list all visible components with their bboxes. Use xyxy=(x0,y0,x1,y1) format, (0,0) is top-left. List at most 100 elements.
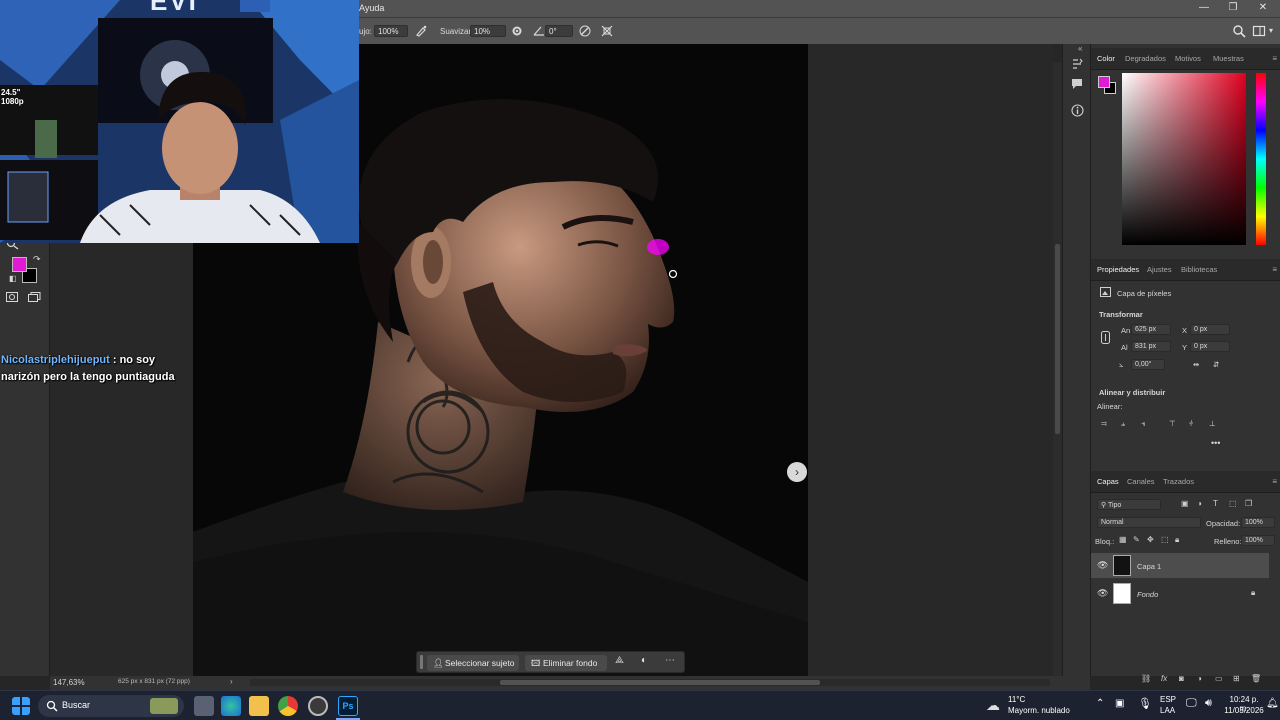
tab-libraries[interactable]: Bibliotecas xyxy=(1181,265,1217,274)
foreground-color-swatch[interactable] xyxy=(12,257,27,272)
filter-adjust-icon[interactable]: ◑ xyxy=(1197,499,1202,508)
fx-icon[interactable]: fx xyxy=(1161,674,1167,683)
keyboard-layout[interactable]: LAA xyxy=(1160,706,1175,715)
notifications-icon[interactable]: 🔔︎ xyxy=(1266,698,1279,709)
angle-field[interactable]: 0° xyxy=(545,25,573,37)
link-dimensions-icon[interactable] xyxy=(1101,331,1110,344)
new-layer-icon[interactable]: ⊞ xyxy=(1233,674,1240,683)
transform-heading[interactable]: Transformar xyxy=(1099,310,1143,319)
weather-icon[interactable]: ☁ xyxy=(986,697,1000,714)
filter-type-icon[interactable]: T xyxy=(1213,499,1218,508)
volume-icon[interactable]: 🔊︎ xyxy=(1205,697,1212,710)
task-view-icon[interactable] xyxy=(194,696,214,716)
tab-layers[interactable]: Capas xyxy=(1097,477,1119,486)
adjust-icon[interactable]: ◐ xyxy=(641,655,647,666)
color-panel-foreground[interactable] xyxy=(1098,76,1110,88)
tab-paths[interactable]: Trazados xyxy=(1163,477,1194,486)
fill-field[interactable]: 100% xyxy=(1241,535,1275,546)
info-icon[interactable] xyxy=(1071,104,1084,117)
remove-background-button[interactable]: 🖾︎ Eliminar fondo xyxy=(525,655,607,671)
layer-row[interactable]: 👁︎ Capa 1 xyxy=(1091,553,1269,578)
smoothing-field[interactable]: 10% xyxy=(470,25,506,37)
y-field[interactable]: 0 px xyxy=(1190,341,1230,352)
opacity-field[interactable]: 100% xyxy=(1241,517,1275,528)
default-colors-icon[interactable]: ◧ xyxy=(9,274,17,283)
blend-mode-dropdown[interactable]: Normal xyxy=(1097,517,1201,528)
restore-icon[interactable]: ❐ xyxy=(1225,1,1241,15)
x-field[interactable]: 0 px xyxy=(1190,324,1230,335)
airbrush-icon[interactable] xyxy=(414,24,428,38)
add-mask-icon[interactable]: ◙ xyxy=(1179,674,1184,683)
layer-name[interactable]: Fondo xyxy=(1137,590,1158,599)
swap-colors-icon[interactable]: ↷ xyxy=(33,254,41,265)
minimize-icon[interactable]: — xyxy=(1196,1,1212,15)
properties-panel-menu-icon[interactable]: ≡ xyxy=(1272,265,1277,274)
status-menu-icon[interactable]: › xyxy=(230,677,233,686)
transform-icon[interactable]: ⟁ xyxy=(615,655,624,666)
visibility-eye-icon[interactable]: 👁︎ xyxy=(1097,560,1108,571)
obs-icon[interactable] xyxy=(308,696,328,716)
visibility-eye-icon[interactable]: 👁︎ xyxy=(1097,588,1108,599)
tab-patterns[interactable]: Motivos xyxy=(1175,54,1201,63)
lock-all-icon[interactable]: 🔒︎ xyxy=(1175,535,1179,545)
link-layers-icon[interactable]: ⛓︎ xyxy=(1141,674,1151,683)
lock-artboard-icon[interactable]: ⬚ xyxy=(1161,535,1169,544)
weather-temp[interactable]: 11°C xyxy=(1008,695,1025,704)
photoshop-icon[interactable]: Ps xyxy=(338,696,358,716)
flow-field[interactable]: 100% xyxy=(374,25,408,37)
close-icon[interactable]: ✕ xyxy=(1255,1,1271,15)
adjustment-layer-icon[interactable]: ◑ xyxy=(1197,674,1202,683)
horizontal-scrollbar[interactable] xyxy=(250,679,1050,686)
menu-help[interactable]: Ayuda xyxy=(359,3,384,13)
weather-description[interactable]: Mayorm. nublado xyxy=(1008,706,1070,715)
color-picker-field[interactable] xyxy=(1122,73,1246,245)
taskbar-search-box[interactable]: Buscar xyxy=(38,695,184,717)
layer-row[interactable]: 👁︎ Fondo 🔒︎ xyxy=(1091,581,1269,606)
align-vcenter-icon[interactable]: ⫩ xyxy=(1189,419,1193,429)
align-heading[interactable]: Alinear y distribuir xyxy=(1099,388,1165,397)
rotate-angle-field[interactable]: 0,00° xyxy=(1131,359,1165,370)
align-right-icon[interactable]: ⫣ xyxy=(1141,419,1146,429)
search-icon[interactable] xyxy=(1232,24,1246,38)
tab-adjustments[interactable]: Ajustes xyxy=(1147,265,1172,274)
lock-position-icon[interactable]: ✥ xyxy=(1147,535,1154,544)
tab-swatches[interactable]: Muestras xyxy=(1213,54,1244,63)
height-field[interactable]: 831 px xyxy=(1131,341,1171,352)
microphone-icon[interactable]: 🎙︎ xyxy=(1138,697,1152,710)
filter-smart-icon[interactable]: ❐ xyxy=(1245,499,1252,508)
pressure-icon[interactable] xyxy=(578,24,592,38)
width-field[interactable]: 625 px xyxy=(1131,324,1171,335)
hue-slider[interactable] xyxy=(1256,73,1266,245)
flip-vertical-icon[interactable]: ⇵ xyxy=(1213,360,1219,369)
history-icon[interactable] xyxy=(1071,58,1083,70)
chrome-icon[interactable] xyxy=(278,696,298,716)
edge-icon[interactable] xyxy=(221,696,241,716)
more-align-options-icon[interactable]: ••• xyxy=(1211,438,1220,448)
tab-channels[interactable]: Canales xyxy=(1127,477,1155,486)
vertical-scrollbar[interactable] xyxy=(1053,62,1062,676)
align-hcenter-icon[interactable]: ⫨ xyxy=(1121,419,1125,429)
tab-properties[interactable]: Propiedades xyxy=(1097,265,1139,274)
network-icon[interactable]: 🖵︎ xyxy=(1186,697,1197,710)
next-image-button[interactable]: › xyxy=(787,462,807,482)
clock-date[interactable]: 11/03/2026 xyxy=(1224,706,1264,715)
more-options-icon[interactable]: ⋯ xyxy=(665,655,675,666)
lock-pixels-icon[interactable]: ✎ xyxy=(1133,535,1140,544)
tab-color[interactable]: Color xyxy=(1097,54,1115,63)
workspace-dropdown-icon[interactable]: ▾ xyxy=(1269,26,1273,35)
screen-mode-icon[interactable] xyxy=(28,292,41,302)
layers-panel-menu-icon[interactable]: ≡ xyxy=(1272,477,1277,486)
comments-icon[interactable] xyxy=(1071,78,1083,90)
new-group-icon[interactable]: ▭ xyxy=(1215,674,1223,683)
workspace-icon[interactable] xyxy=(1252,24,1266,38)
zoom-level[interactable]: 147,63% xyxy=(53,678,85,687)
tab-gradients[interactable]: Degradados xyxy=(1125,54,1166,63)
gear-icon[interactable] xyxy=(510,24,524,38)
align-top-icon[interactable]: ⊤ xyxy=(1169,419,1176,428)
filter-pixel-icon[interactable]: ▣ xyxy=(1181,499,1189,508)
tray-app-icon[interactable]: ▣ xyxy=(1115,698,1124,709)
delete-layer-icon[interactable]: 🗑︎ xyxy=(1251,674,1261,683)
symmetry-icon[interactable] xyxy=(600,24,614,38)
language-code[interactable]: ESP xyxy=(1160,695,1176,704)
file-explorer-icon[interactable] xyxy=(249,696,269,716)
